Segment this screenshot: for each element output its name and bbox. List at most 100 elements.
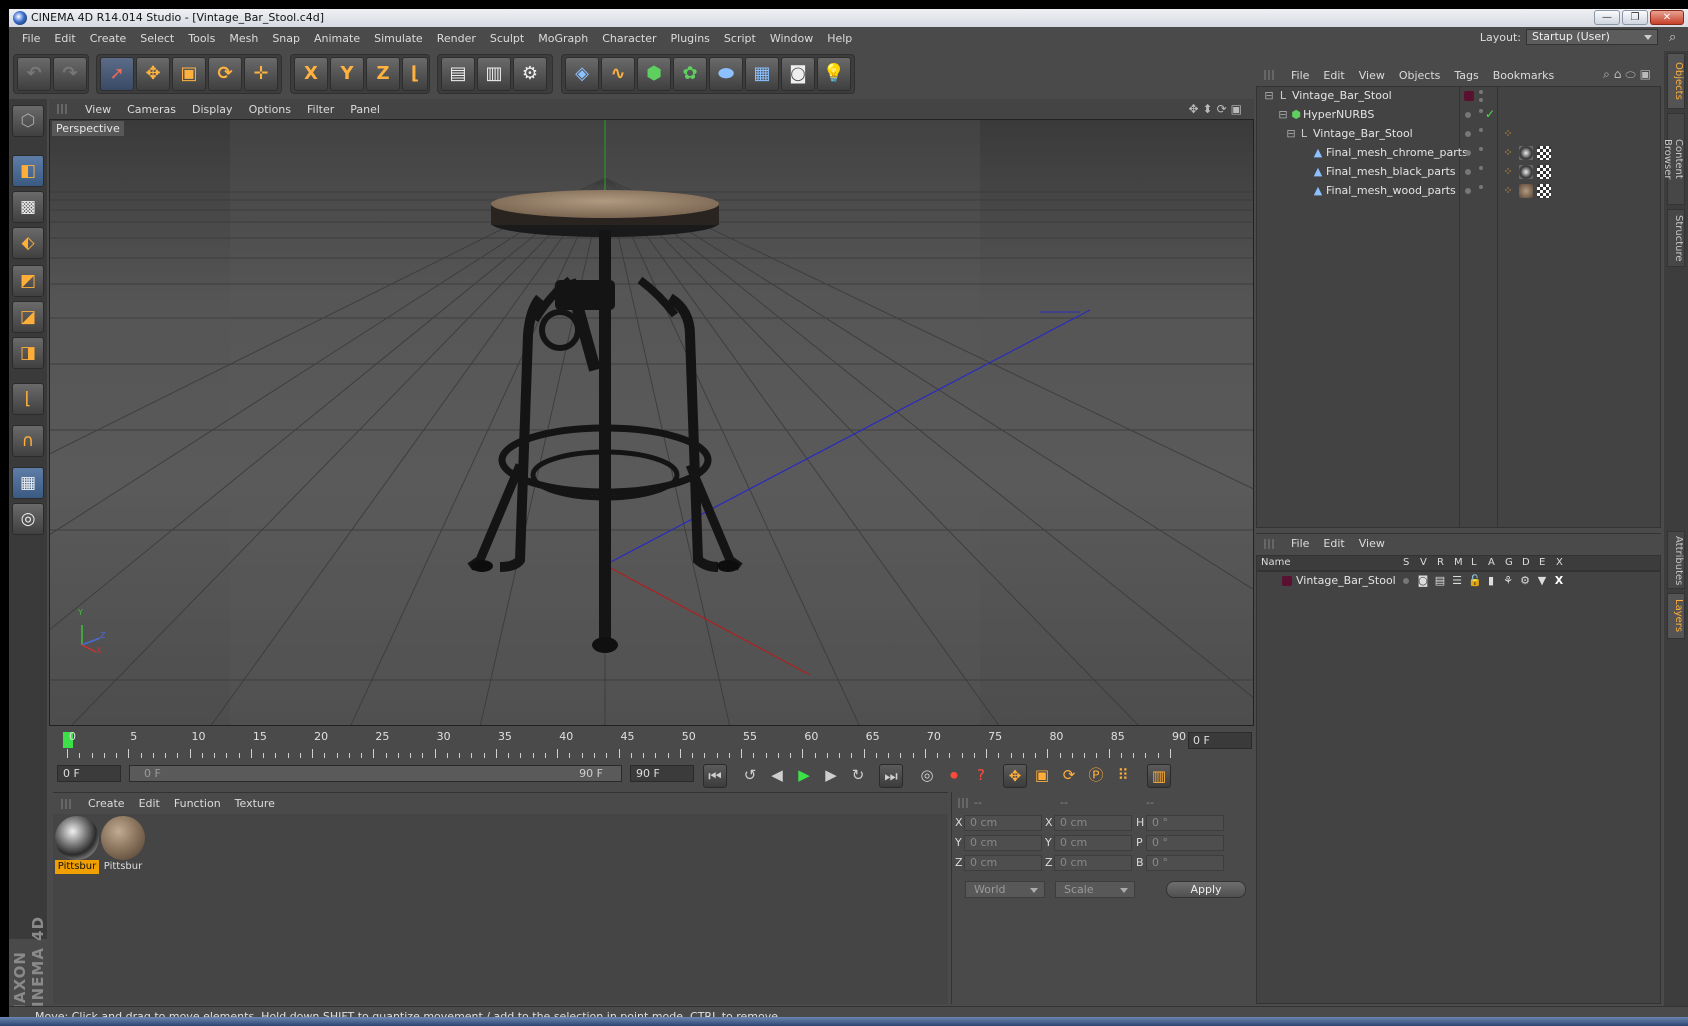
visibility-dot[interactable] [1465,169,1471,175]
tree-row-final-mesh-chrome[interactable]: ▲ Final_mesh_chrome_parts ⁘ [1257,144,1660,163]
layers-menu-file[interactable]: File [1291,537,1309,550]
polygons-mode-icon[interactable]: ◨ [12,337,44,369]
animation-toggle-icon[interactable]: ▮ [1485,575,1497,587]
visibility-dot[interactable] [1465,150,1471,156]
layout-dropdown[interactable]: Startup (User) [1526,29,1658,45]
tree-row-vintage-bar-stool-child[interactable]: ⊟ L Vintage_Bar_Stool ⁘ [1257,125,1660,144]
col-generators[interactable]: G [1505,557,1513,568]
search-icon[interactable]: ⌕ [1669,30,1684,45]
go-to-end-icon[interactable]: ⏭ [879,764,903,788]
camera-icon[interactable]: ◙ [781,57,815,91]
key-parameter-icon[interactable]: Ⓟ [1084,764,1108,788]
object-manager-nav-icons[interactable]: ⌕⌂⬭▣ [1603,67,1655,82]
material-menu-function[interactable]: Function [174,797,221,810]
menu-snap[interactable]: Snap [272,32,300,45]
manager-toggle-icon[interactable]: ☰ [1451,575,1463,587]
minimize-button[interactable]: — [1594,10,1620,25]
menu-mograph[interactable]: MoGraph [538,32,588,45]
panel-grip-icon[interactable] [958,798,968,808]
start-frame-field[interactable]: 0 F [57,765,121,782]
viewport-menu-filter[interactable]: Filter [307,103,334,116]
rot-p-field[interactable]: 0 ° [1146,835,1224,851]
x-axis-lock-button[interactable]: X [294,57,328,91]
key-rotation-icon[interactable]: ⟳ [1057,764,1081,788]
perspective-viewport[interactable]: Perspective Y Z X [49,119,1254,726]
autokey-icon[interactable]: ? [969,764,993,788]
viewport-menu-cameras[interactable]: Cameras [127,103,176,116]
expressions-toggle-icon[interactable]: ▼ [1536,575,1548,587]
previous-key-icon[interactable]: ↺ [738,764,762,788]
material-tag-icon[interactable] [1519,184,1533,198]
xref-toggle-icon[interactable]: X [1553,575,1565,587]
transform-tool-icon[interactable]: ✛ [244,57,278,91]
enabled-check-icon[interactable]: ✓ [1485,107,1495,121]
view-toggle-icon[interactable]: ◙ [1417,575,1429,587]
render-dot[interactable] [1479,98,1483,102]
render-toggle-icon[interactable]: ▤ [1434,575,1446,587]
tab-structure[interactable]: Structure [1667,209,1685,267]
pos-y-field[interactable]: 0 cm [964,835,1042,851]
menu-script[interactable]: Script [724,32,756,45]
layers-menu-view[interactable]: View [1359,537,1385,550]
menu-simulate[interactable]: Simulate [374,32,423,45]
z-axis-lock-button[interactable]: Z [366,57,400,91]
menu-render[interactable]: Render [437,32,476,45]
key-position-icon[interactable]: ✥ [1003,764,1027,788]
material-tag-icon[interactable] [1519,165,1533,179]
size-x-field[interactable]: 0 cm [1054,815,1132,831]
menu-animate[interactable]: Animate [314,32,360,45]
editor-dot[interactable] [1479,109,1483,113]
y-axis-lock-button[interactable]: Y [330,57,364,91]
col-manager[interactable]: M [1454,557,1463,568]
panel-grip-icon[interactable] [57,104,67,114]
next-frame-icon[interactable]: ▶ [819,764,843,788]
menu-sculpt[interactable]: Sculpt [490,32,524,45]
panel-grip-icon[interactable] [61,798,71,809]
light-icon[interactable]: 💡 [817,57,851,91]
editor-dot[interactable] [1479,166,1483,170]
pos-x-field[interactable]: 0 cm [964,815,1042,831]
size-z-field[interactable]: 0 cm [1054,855,1132,871]
live-selection-icon[interactable]: ➚ [100,57,134,91]
phong-tag-icon[interactable]: ⁘ [1502,147,1514,159]
redo-icon[interactable]: ↷ [53,57,87,91]
go-to-start-icon[interactable]: ⏮ [703,764,727,788]
texture-mode-icon[interactable]: ▩ [12,191,44,223]
objects-menu-bookmarks[interactable]: Bookmarks [1493,69,1554,82]
solo-toggle-icon[interactable] [1403,578,1409,584]
coordinate-system-icon[interactable]: ⌊ [402,57,428,91]
scale-tool-icon[interactable]: ▣ [172,57,206,91]
visibility-dot[interactable] [1465,112,1471,118]
viewport-menu-options[interactable]: Options [249,103,291,116]
collapse-icon[interactable]: ⊟ [1263,90,1275,102]
generators-toggle-icon[interactable]: ⚘ [1502,575,1514,587]
viewport-menu-display[interactable]: Display [192,103,233,116]
close-button[interactable]: ✕ [1650,10,1684,25]
menu-tools[interactable]: Tools [188,32,215,45]
workplane-lock-icon[interactable]: ▦ [12,467,44,499]
col-xref[interactable]: X [1556,557,1563,568]
col-expressions[interactable]: E [1539,557,1545,568]
collapse-icon[interactable]: ⊟ [1285,128,1297,140]
uvw-tag-icon[interactable] [1537,184,1551,198]
panel-grip-icon[interactable] [1264,538,1274,549]
material-wood[interactable]: Pittsbur [101,816,145,874]
coordinate-space-dropdown[interactable]: World [965,881,1045,898]
layer-color-swatch[interactable] [1282,576,1292,586]
editor-dot[interactable] [1479,128,1483,132]
menu-help[interactable]: Help [827,32,852,45]
maximize-button[interactable]: ❐ [1622,10,1648,25]
play-icon[interactable]: ▶ [792,764,816,788]
layer-color-swatch[interactable] [1464,91,1474,101]
visibility-dot[interactable] [1479,90,1483,94]
undo-icon[interactable]: ↶ [17,57,51,91]
size-y-field[interactable]: 0 cm [1054,835,1132,851]
material-menu-edit[interactable]: Edit [139,797,160,810]
deformer-icon[interactable]: ⬬ [709,57,743,91]
make-editable-icon[interactable]: ⬡ [12,105,44,137]
magnet-icon[interactable]: ∩ [12,425,44,457]
render-settings-icon[interactable]: ⚙ [513,57,547,91]
next-key-icon[interactable]: ↻ [846,764,870,788]
collapse-icon[interactable]: ⊟ [1277,109,1289,121]
editor-dot[interactable] [1479,185,1483,189]
